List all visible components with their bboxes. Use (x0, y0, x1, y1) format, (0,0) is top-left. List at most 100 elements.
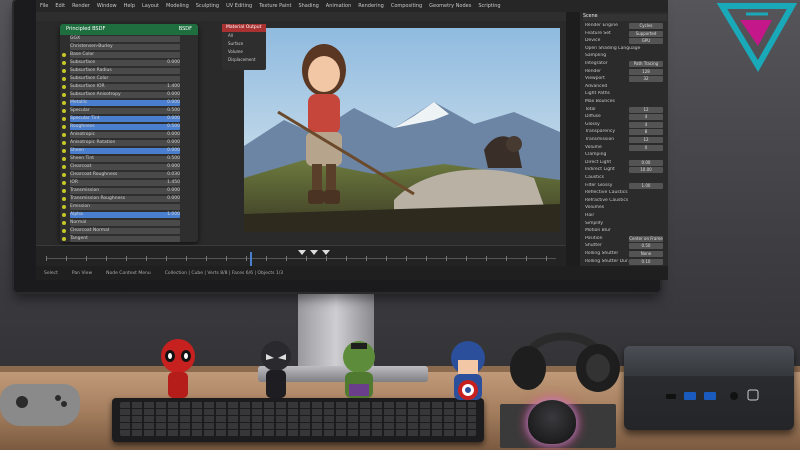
property-row[interactable]: Sampling (585, 53, 667, 60)
socket-icon[interactable] (62, 213, 66, 217)
property-row[interactable]: Diffuse 4 (585, 114, 667, 121)
menu-item[interactable]: Compositing (391, 3, 422, 9)
property-row[interactable]: Light Paths (585, 91, 667, 98)
timeline[interactable] (36, 245, 566, 266)
menu-item[interactable]: Texture Paint (259, 3, 291, 9)
node-input-row[interactable]: Clearcoat Normal (60, 227, 198, 235)
node-input-row[interactable]: Transmission Roughness 0.000 (60, 195, 198, 203)
menu-item[interactable]: Modeling (166, 3, 189, 9)
socket-icon[interactable] (62, 229, 66, 233)
socket-icon[interactable] (62, 189, 66, 193)
property-field[interactable]: 4 (629, 121, 663, 128)
property-field[interactable]: 12 (629, 106, 663, 113)
material-output-node[interactable]: Material Output All Surface Volume Displace… (222, 24, 266, 70)
menu-item[interactable]: UV Editing (226, 3, 252, 9)
property-field[interactable]: GPU (629, 38, 663, 45)
property-row[interactable]: Open Shading Language (585, 46, 667, 53)
node-input-row[interactable]: Clearcoat Roughness 0.030 (60, 171, 198, 179)
node-input-row[interactable]: IOR 1.450 (60, 179, 198, 187)
property-row[interactable]: Viewport 32 (585, 76, 667, 83)
node-input-row[interactable]: Subsurface IOR 1.400 (60, 83, 198, 91)
property-row[interactable]: Caustics (585, 175, 667, 182)
socket-icon[interactable] (62, 157, 66, 161)
property-row[interactable]: Total 12 (585, 106, 667, 114)
property-field[interactable]: 4 (629, 114, 663, 121)
node-input-row[interactable]: Sheen 0.000 (60, 147, 198, 155)
menu-item[interactable]: Animation (326, 3, 352, 9)
menu-item[interactable]: Edit (55, 3, 65, 9)
menu-item[interactable]: Shading (298, 3, 318, 9)
socket-icon[interactable] (62, 205, 66, 209)
socket-icon[interactable] (62, 93, 66, 97)
property-field[interactable]: 12 (629, 137, 663, 143)
property-row[interactable]: Reflective Caustics (585, 190, 667, 197)
property-row[interactable]: Hair (585, 213, 667, 220)
property-field[interactable]: 0.50 (629, 243, 663, 250)
property-row[interactable]: Transparency 8 (585, 129, 667, 136)
menu-item[interactable]: Scripting (478, 3, 500, 9)
socket-icon[interactable] (62, 141, 66, 145)
socket-icon[interactable] (62, 173, 66, 177)
property-field[interactable]: 1.00 (629, 182, 663, 189)
principled-bsdf-node[interactable]: Principled BSDF BSDF GGX Christensen-Bur… (60, 24, 198, 242)
property-field[interactable]: 32 (629, 76, 663, 83)
socket-icon[interactable] (62, 61, 66, 65)
property-row[interactable]: Position Center on Frame (585, 235, 667, 243)
property-row[interactable]: Indirect Light 10.00 (585, 167, 667, 174)
property-field[interactable]: 0.00 (629, 159, 663, 166)
node-input-row[interactable]: Metallic 0.000 (60, 99, 198, 107)
property-field[interactable]: 0.10 (629, 258, 663, 265)
properties-tabs[interactable] (566, 12, 580, 266)
menu-item[interactable]: Geometry Nodes (429, 3, 471, 9)
socket-icon[interactable] (62, 181, 66, 185)
property-field[interactable]: None (629, 251, 663, 257)
menu-item[interactable]: Sculpting (196, 3, 219, 9)
property-row[interactable]: Advanced (585, 84, 667, 91)
node-input-row[interactable]: Specular 0.500 (60, 107, 198, 115)
node-input-row[interactable]: Anisotropic Rotation 0.000 (60, 139, 198, 147)
property-row[interactable]: Direct Light 0.00 (585, 159, 667, 167)
property-row[interactable]: Glossy 4 (585, 121, 667, 129)
node-input-row[interactable]: Specular Tint 0.000 (60, 115, 198, 123)
material-output-input[interactable]: Surface (222, 40, 266, 48)
node-input-row[interactable]: Clearcoat 0.000 (60, 163, 198, 171)
node-input-row[interactable]: Transmission 0.000 (60, 187, 198, 195)
property-field[interactable]: Cycles (629, 23, 663, 29)
property-row[interactable]: Feature Set Supported (585, 30, 667, 38)
menu-item[interactable]: File (40, 3, 48, 9)
node-input-row[interactable]: Base Color (60, 51, 198, 59)
node-input-row[interactable]: Emission (60, 203, 198, 211)
property-field[interactable]: Path Tracing (629, 61, 663, 67)
menu-item[interactable]: Layout (142, 3, 159, 9)
property-field[interactable]: Center on Frame (629, 235, 663, 242)
menu-item[interactable]: Help (124, 3, 135, 9)
property-field[interactable]: 128 (629, 68, 663, 75)
node-dropdown[interactable]: GGX (60, 35, 198, 43)
socket-icon[interactable] (62, 117, 66, 121)
material-output-input[interactable]: Displacement (222, 56, 266, 64)
property-row[interactable]: Rolling Shutter Dur. 0.10 (585, 258, 667, 266)
property-row[interactable]: Integrator Path Tracing (585, 61, 667, 68)
socket-icon[interactable] (62, 221, 66, 225)
property-row[interactable]: Transmission 12 (585, 137, 667, 144)
socket-icon[interactable] (62, 149, 66, 153)
menu-item[interactable]: Window (97, 3, 117, 9)
menu-item[interactable]: Render (72, 3, 90, 9)
node-input-row[interactable]: Alpha 1.000 (60, 211, 198, 219)
socket-icon[interactable] (62, 197, 66, 201)
property-row[interactable]: Volume 0 (585, 144, 667, 152)
property-field[interactable]: 8 (629, 129, 663, 136)
socket-icon[interactable] (62, 125, 66, 129)
socket-icon[interactable] (62, 101, 66, 105)
property-row[interactable]: Render 128 (585, 68, 667, 76)
property-row[interactable]: Simplify (585, 221, 667, 228)
property-row[interactable]: Rolling Shutter None (585, 251, 667, 258)
socket-icon[interactable] (62, 85, 66, 89)
property-row[interactable]: Refractive Caustics (585, 198, 667, 205)
material-output-input[interactable]: All (222, 32, 266, 40)
menu-item[interactable]: Rendering (358, 3, 384, 9)
property-field[interactable]: 0 (629, 144, 663, 151)
property-row[interactable]: Filter Glossy 1.00 (585, 182, 667, 190)
property-field[interactable]: Supported (629, 30, 663, 37)
socket-icon[interactable] (62, 77, 66, 81)
